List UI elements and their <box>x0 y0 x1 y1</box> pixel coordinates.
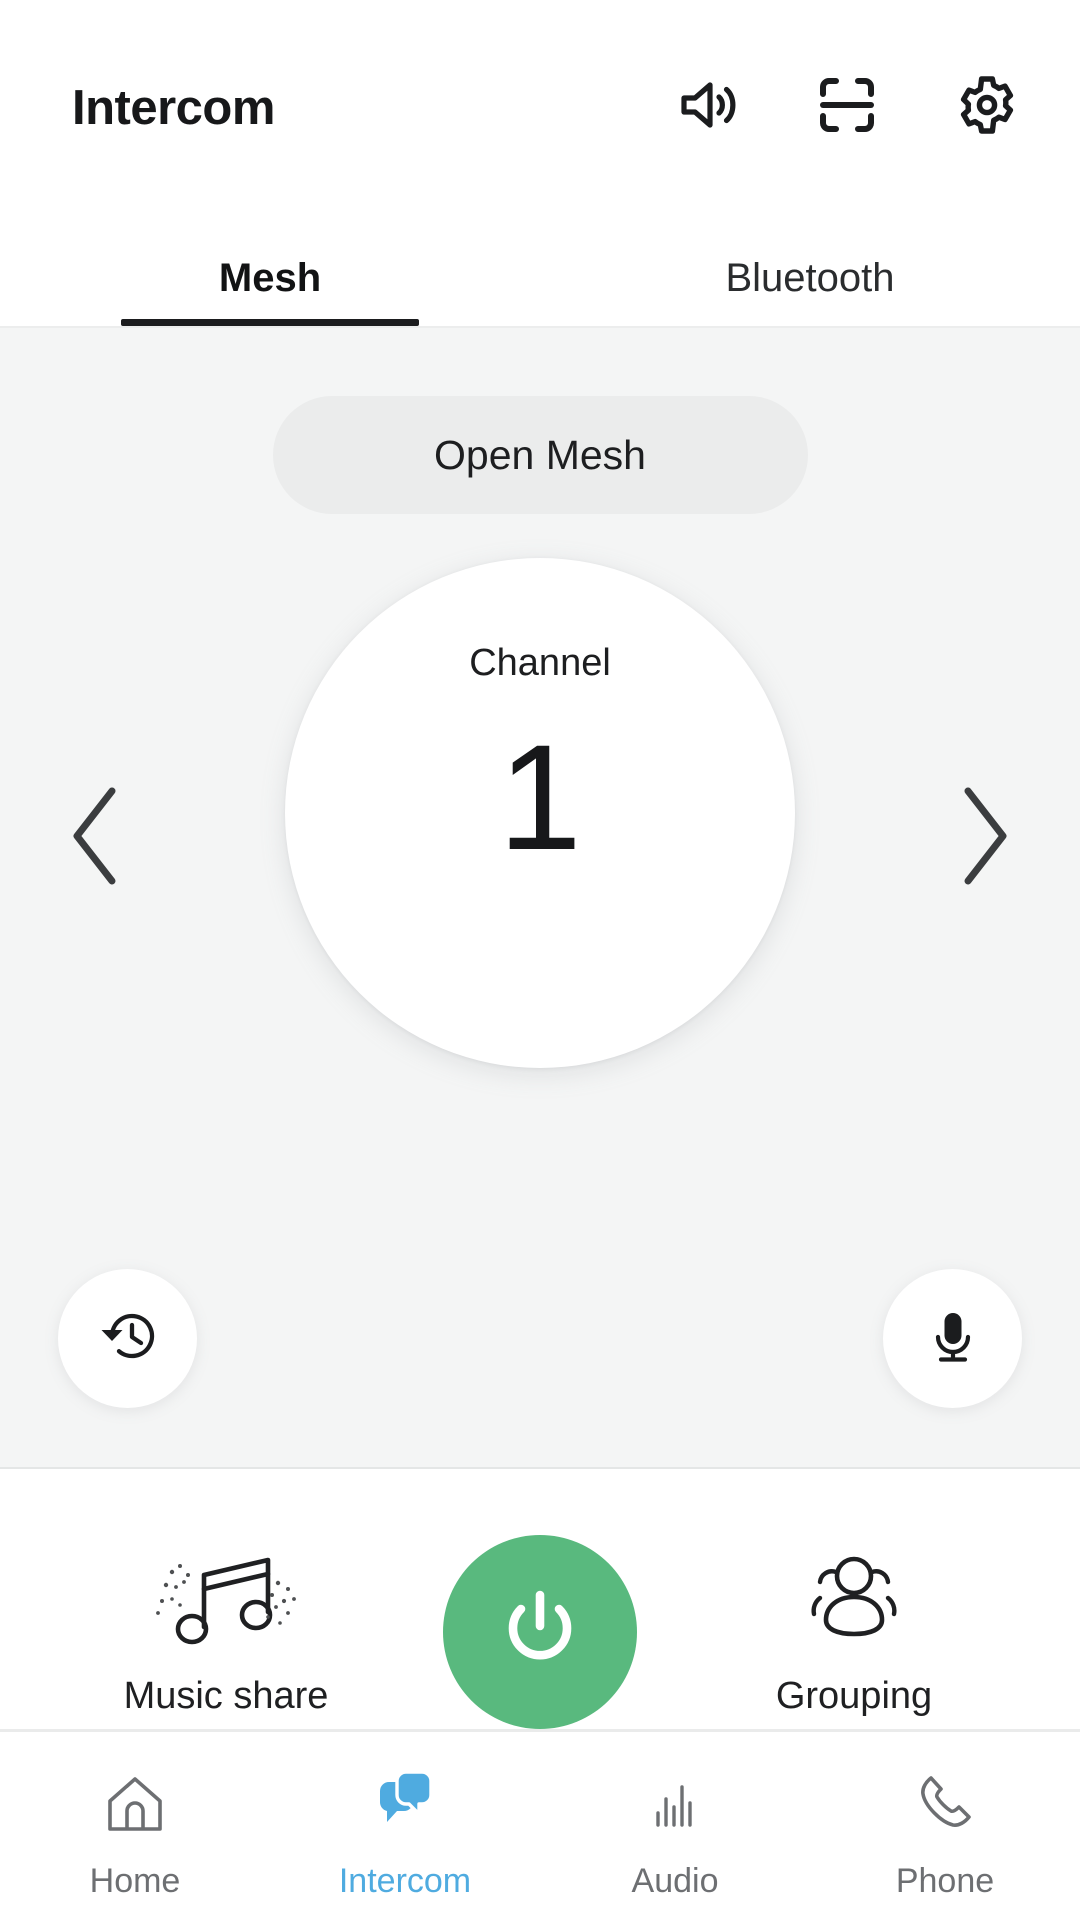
grouping-action[interactable]: Grouping <box>714 1541 994 1715</box>
power-button[interactable] <box>443 1535 637 1729</box>
primary-actions: Music share Grouping <box>0 1469 1080 1732</box>
channel-value: 1 <box>498 713 582 881</box>
nav-item-home[interactable]: Home <box>0 1766 270 1898</box>
audio-icon-wrap <box>640 1766 710 1844</box>
tab-bluetooth[interactable]: Bluetooth <box>540 258 1080 326</box>
group-people-icon <box>792 1542 916 1653</box>
microphone-icon <box>917 1300 989 1377</box>
equalizer-icon <box>640 1769 710 1844</box>
chevron-left-icon <box>62 781 132 896</box>
nav-item-intercom[interactable]: Intercom <box>270 1766 540 1898</box>
nav-label-home: Home <box>89 1862 181 1900</box>
mesh-panel: Open Mesh Channel 1 <box>0 328 1080 1469</box>
grouping-icon-wrap <box>792 1541 916 1653</box>
previous-channel-button[interactable] <box>42 773 152 903</box>
nav-item-audio[interactable]: Audio <box>540 1766 810 1898</box>
app-header: Intercom <box>0 0 1080 210</box>
active-tab-indicator <box>121 319 419 326</box>
history-button[interactable] <box>58 1269 197 1408</box>
gear-icon <box>954 72 1020 143</box>
page-title: Intercom <box>72 80 275 135</box>
nav-item-phone[interactable]: Phone <box>810 1766 1080 1898</box>
chat-bubbles-icon <box>370 1769 440 1844</box>
phone-icon-wrap <box>910 1766 980 1844</box>
open-mesh-button[interactable]: Open Mesh <box>272 396 808 514</box>
nav-label-phone: Phone <box>895 1862 995 1900</box>
grouping-label: Grouping <box>775 1675 933 1717</box>
scan-icon <box>814 72 880 143</box>
power-icon <box>488 1578 592 1687</box>
music-note-icon <box>128 1539 324 1656</box>
settings-button[interactable] <box>954 74 1020 140</box>
history-icon <box>92 1300 164 1377</box>
header-actions <box>674 70 1020 140</box>
music-share-icon-wrap <box>128 1541 324 1653</box>
intercom-screen: Intercom Mesh Bluetooth Open Mesh Channe… <box>0 0 1080 1920</box>
nav-label-intercom: Intercom <box>338 1862 472 1900</box>
channel-dial[interactable]: Channel 1 <box>285 558 795 1068</box>
music-share-action[interactable]: Music share <box>86 1541 366 1715</box>
tab-mesh[interactable]: Mesh <box>0 258 540 326</box>
volume-button[interactable] <box>674 74 740 140</box>
open-mesh-row: Open Mesh <box>0 328 1080 514</box>
mesh-secondary-actions <box>0 1269 1080 1449</box>
microphone-button[interactable] <box>883 1269 1022 1408</box>
scan-button[interactable] <box>814 74 880 140</box>
power-action <box>400 1535 680 1729</box>
channel-selector: Channel 1 <box>0 558 1080 1118</box>
phone-handset-icon <box>910 1769 980 1844</box>
connection-mode-tabs: Mesh Bluetooth <box>0 210 1080 328</box>
volume-icon <box>674 72 740 143</box>
tab-mesh-label: Mesh <box>218 256 322 300</box>
music-share-label: Music share <box>123 1675 329 1717</box>
tab-bluetooth-label: Bluetooth <box>725 256 895 300</box>
bottom-navigation: Home Intercom Audio Phone <box>0 1732 1080 1920</box>
next-channel-button[interactable] <box>928 773 1038 903</box>
channel-caption: Channel <box>469 642 611 684</box>
home-icon <box>100 1769 170 1844</box>
intercom-icon-wrap <box>370 1766 440 1844</box>
nav-label-audio: Audio <box>631 1862 719 1900</box>
home-icon-wrap <box>100 1766 170 1844</box>
chevron-right-icon <box>948 781 1018 896</box>
